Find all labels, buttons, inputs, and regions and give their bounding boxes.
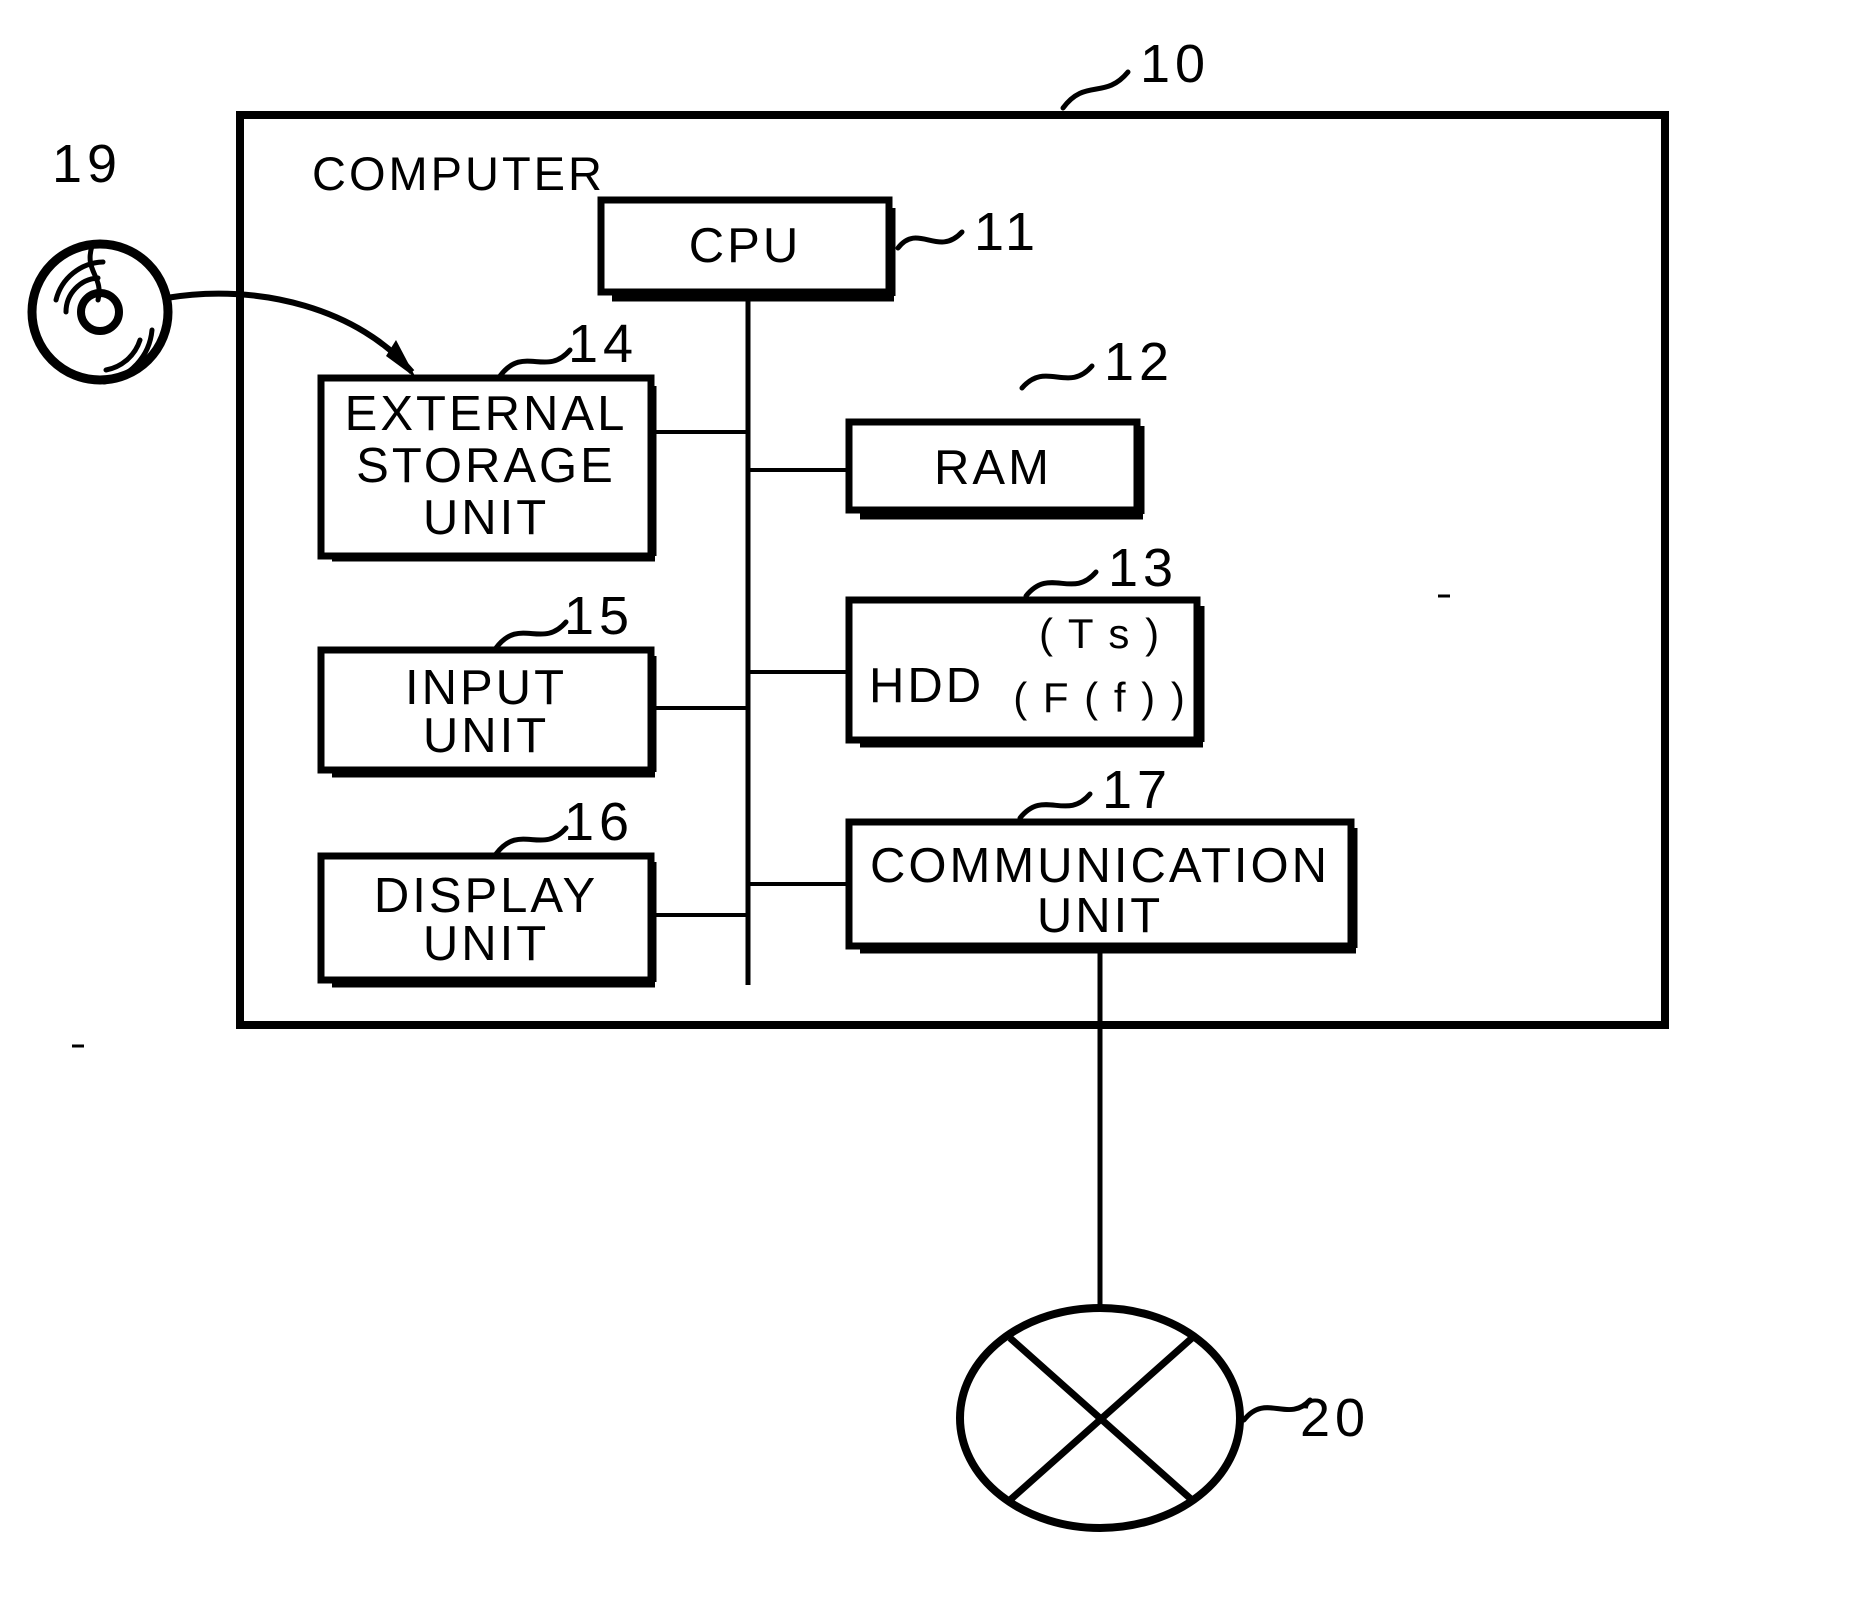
ref-14: 14 — [568, 314, 638, 374]
display-label-line1: DISPLAY — [374, 869, 598, 923]
block-hdd: HDD ( T s ) ( F ( f ) ) — [845, 596, 1205, 748]
external-label-line1: EXTERNAL — [345, 387, 628, 441]
diagram-canvas: COMPUTER 10 CPU 11 RAM 12 HDD (T s) (… — [27, 34, 1669, 1532]
ref-16: 16 — [564, 792, 634, 852]
hdd-label: HDD — [869, 659, 984, 713]
external-label-line3: UNIT — [423, 491, 549, 545]
ref-17: 17 — [1102, 760, 1172, 820]
external-label-line2: STORAGE — [356, 439, 616, 493]
display-label-line2: UNIT — [423, 917, 549, 971]
block-cpu: CPU — [597, 196, 896, 302]
network-node-icon — [956, 1304, 1244, 1532]
ref-12: 12 — [1104, 332, 1174, 392]
block-external-storage: EXTERNAL STORAGE UNIT — [317, 374, 657, 562]
block-communication: COMMUNICATION UNIT — [845, 818, 1358, 954]
block-ram: RAM — [845, 418, 1145, 520]
comm-label-line2: UNIT — [1037, 889, 1163, 943]
ref-20: 20 — [1300, 1388, 1370, 1448]
optical-disc-icon — [27, 239, 173, 385]
block-display-unit: DISPLAY UNIT — [317, 852, 657, 988]
ref-15: 15 — [564, 586, 634, 646]
input-label-line1: INPUT — [405, 661, 567, 715]
comm-label-line1: COMMUNICATION — [870, 839, 1330, 893]
ram-label: RAM — [934, 441, 1052, 495]
patent-figure: COMPUTER 10 CPU 11 RAM 12 HDD (T s) (… — [0, 0, 1852, 1621]
ref-10: 10 — [1140, 34, 1210, 94]
leader-10 — [1060, 69, 1131, 111]
ref-13: 13 — [1108, 538, 1178, 598]
cpu-label: CPU — [689, 219, 801, 273]
ref-11: 11 — [974, 202, 1040, 262]
computer-title: COMPUTER — [312, 147, 605, 200]
hdd-note-ff: ( F ( f ) ) — [1013, 674, 1187, 721]
ref-19: 19 — [52, 134, 122, 194]
hdd-note-ts: ( T s ) — [1039, 610, 1161, 657]
input-label-line2: UNIT — [423, 709, 549, 763]
block-input-unit: INPUT UNIT — [317, 646, 657, 778]
